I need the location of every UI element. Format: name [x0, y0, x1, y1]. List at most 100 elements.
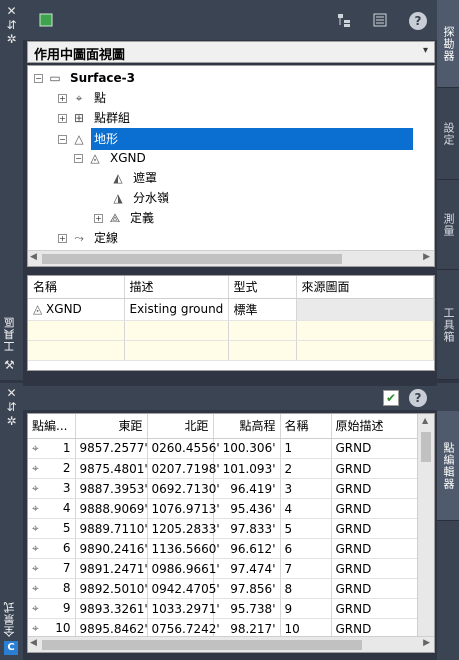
cell-easting[interactable]: 9891.2471'	[75, 558, 148, 579]
cell-elevation[interactable]: 95.738'	[213, 598, 281, 619]
tree-node-xgnd[interactable]: − ◬ XGND	[74, 148, 149, 168]
cell-easting[interactable]: 9875.4801'	[75, 458, 148, 479]
column-header-easting[interactable]: 東距	[75, 414, 148, 439]
scroll-left-icon[interactable]: ◀	[30, 252, 37, 262]
close-icon[interactable]: ✕	[0, 4, 23, 18]
tree-node-watersheds[interactable]: ◮ 分水嶺	[110, 188, 172, 208]
cell-northing[interactable]: 1136.5660'	[147, 538, 220, 559]
cell-point-number-wrapper[interactable]: ⌖ 2	[28, 458, 76, 479]
table-row[interactable]: ⌖ 8 9892.5010' 0942.4705' 97.856' 8 GRND	[28, 578, 418, 599]
tree-node-surface-3[interactable]: − ▭ Surface-3	[34, 68, 138, 88]
cell-northing[interactable]: 0692.7130'	[147, 478, 220, 499]
cell-raw-description[interactable]: GRND	[331, 458, 418, 479]
column-header-name[interactable]: 名稱	[280, 414, 332, 439]
cell-easting[interactable]: 9857.2577'	[75, 438, 148, 459]
collapse-icon[interactable]: −	[34, 74, 43, 83]
point-editor-grid[interactable]: 點編... 東距 北距 點高程 名稱 原始描述 ⌖ 1 9857.2577' 0260…	[27, 413, 435, 653]
tab-point-editor[interactable]: 點編輯器	[437, 411, 459, 521]
cell-point-number-wrapper[interactable]: ⌖ 9	[28, 598, 76, 619]
table-row[interactable]: ⌖ 3 9887.3953' 0692.7130' 96.419' 3 GRND	[28, 478, 418, 499]
cell-easting[interactable]: 9888.9069'	[75, 498, 148, 519]
scrollbar-thumb[interactable]	[421, 432, 431, 462]
cell-northing[interactable]: 1205.2833'	[147, 518, 220, 539]
scroll-up-icon[interactable]: ▲	[422, 416, 428, 425]
column-header-raw-description[interactable]: 原始描述	[331, 414, 418, 439]
cell-point-name[interactable]: 3	[280, 478, 332, 499]
settings-icon[interactable]: ✲	[0, 32, 23, 46]
cell-easting[interactable]: 9887.3953'	[75, 478, 148, 499]
table-row[interactable]: ◬ XGND Existing ground 標準	[28, 298, 434, 321]
tab-toolbox[interactable]: 工具箱	[437, 270, 459, 380]
cell-point-name[interactable]: 8	[280, 578, 332, 599]
cell-elevation[interactable]: 100.306'	[213, 438, 281, 459]
scrollbar-thumb[interactable]	[42, 640, 362, 650]
table-row[interactable]: ⌖ 5 9889.7110' 1205.2833' 97.833' 5 GRND	[28, 518, 418, 539]
cell-northing[interactable]: 0260.4556'	[147, 438, 220, 459]
cell-point-number-wrapper[interactable]: ⌖ 7	[28, 558, 76, 579]
tree-horizontal-scrollbar[interactable]: ◀ ▶	[28, 250, 434, 266]
cell-raw-description[interactable]: GRND	[331, 578, 418, 599]
cell-raw-description[interactable]: GRND	[331, 558, 418, 579]
cell-northing[interactable]: 0207.7198'	[147, 458, 220, 479]
column-header-style[interactable]: 型式	[228, 276, 297, 299]
cell-easting[interactable]: 9890.2416'	[75, 538, 148, 559]
cell-elevation[interactable]: 97.856'	[213, 578, 281, 599]
view-selector[interactable]: 作用中圖面視圖 ▾	[27, 41, 435, 63]
cell-point-name[interactable]: 9	[280, 598, 332, 619]
cell-point-number-wrapper[interactable]: ⌖ 1	[28, 438, 76, 459]
cell-easting[interactable]: 9892.5010'	[75, 578, 148, 599]
column-header-northing[interactable]: 北距	[147, 414, 214, 439]
cell-point-number-wrapper[interactable]: ⌖ 4	[28, 498, 76, 519]
tree-node-masks[interactable]: ◭ 遮罩	[110, 168, 160, 188]
column-header-name[interactable]: 名稱	[28, 276, 125, 299]
column-header-description[interactable]: 描述	[124, 276, 229, 299]
settings-icon[interactable]: ✲	[0, 414, 23, 428]
scroll-right-icon[interactable]: ▶	[423, 638, 430, 648]
cell-raw-description[interactable]: GRND	[331, 518, 418, 539]
tree-node-surfaces[interactable]: − △ 地形	[58, 128, 418, 150]
cell-point-number-wrapper[interactable]: ⌖ 5	[28, 518, 76, 539]
cell-elevation[interactable]: 97.833'	[213, 518, 281, 539]
cell-point-name[interactable]: 2	[280, 458, 332, 479]
help-icon[interactable]: ?	[409, 12, 427, 30]
surface-list[interactable]: 名稱 描述 型式 來源圖面 ◬ XGND Existing ground 標準	[27, 275, 435, 371]
expand-icon[interactable]: +	[58, 94, 67, 103]
cell-point-name[interactable]: 1	[280, 438, 332, 459]
expand-icon[interactable]: +	[58, 234, 67, 243]
table-row[interactable]: ⌖ 7 9891.2471' 0986.9661' 97.474' 7 GRND	[28, 558, 418, 579]
cell-elevation[interactable]: 97.474'	[213, 558, 281, 579]
cell-point-number-wrapper[interactable]: ⌖ 6	[28, 538, 76, 559]
pin-icon[interactable]: ⇵	[0, 400, 23, 414]
cell-easting[interactable]: 9893.3261'	[75, 598, 148, 619]
cell-northing[interactable]: 0986.9661'	[147, 558, 220, 579]
cell-raw-description[interactable]: GRND	[331, 478, 418, 499]
cell-point-number-wrapper[interactable]: ⌖ 8	[28, 578, 76, 599]
tree-node-point-groups[interactable]: + ⊞ 點群組	[58, 108, 133, 128]
list-view-icon[interactable]	[371, 12, 389, 30]
cell-point-name[interactable]: 4	[280, 498, 332, 519]
scrollbar-thumb[interactable]	[42, 254, 342, 264]
tree-view-icon[interactable]	[335, 12, 353, 30]
grid-vertical-scrollbar[interactable]: ▲	[417, 414, 434, 638]
cell-elevation[interactable]: 95.436'	[213, 498, 281, 519]
column-header-point-number[interactable]: 點編...	[28, 414, 76, 439]
close-icon[interactable]: ✕	[0, 386, 23, 400]
table-row[interactable]: ⌖ 4 9888.9069' 1076.9713' 95.436' 4 GRND	[28, 498, 418, 519]
tab-survey[interactable]: 測量	[437, 180, 459, 270]
grid-horizontal-scrollbar[interactable]: ◀ ▶	[28, 636, 434, 652]
chevron-down-icon[interactable]: ▾	[423, 45, 428, 56]
cell-raw-description[interactable]: GRND	[331, 538, 418, 559]
tab-prospector[interactable]: 探勘器	[437, 0, 459, 88]
cell-elevation[interactable]: 96.419'	[213, 478, 281, 499]
cube-icon[interactable]	[37, 12, 55, 30]
help-icon[interactable]: ?	[409, 389, 427, 407]
scroll-right-icon[interactable]: ▶	[423, 252, 430, 262]
cell-northing[interactable]: 1033.2971'	[147, 598, 220, 619]
column-header-elevation[interactable]: 點高程	[213, 414, 281, 439]
cell-northing[interactable]: 1076.9713'	[147, 498, 220, 519]
collapse-icon[interactable]: −	[74, 154, 83, 163]
cell-elevation[interactable]: 101.093'	[213, 458, 281, 479]
table-row[interactable]: ⌖ 9 9893.3261' 1033.2971' 95.738' 9 GRND	[28, 598, 418, 619]
table-row[interactable]: ⌖ 6 9890.2416' 1136.5660' 96.612' 6 GRND	[28, 538, 418, 559]
cell-northing[interactable]: 0942.4705'	[147, 578, 220, 599]
